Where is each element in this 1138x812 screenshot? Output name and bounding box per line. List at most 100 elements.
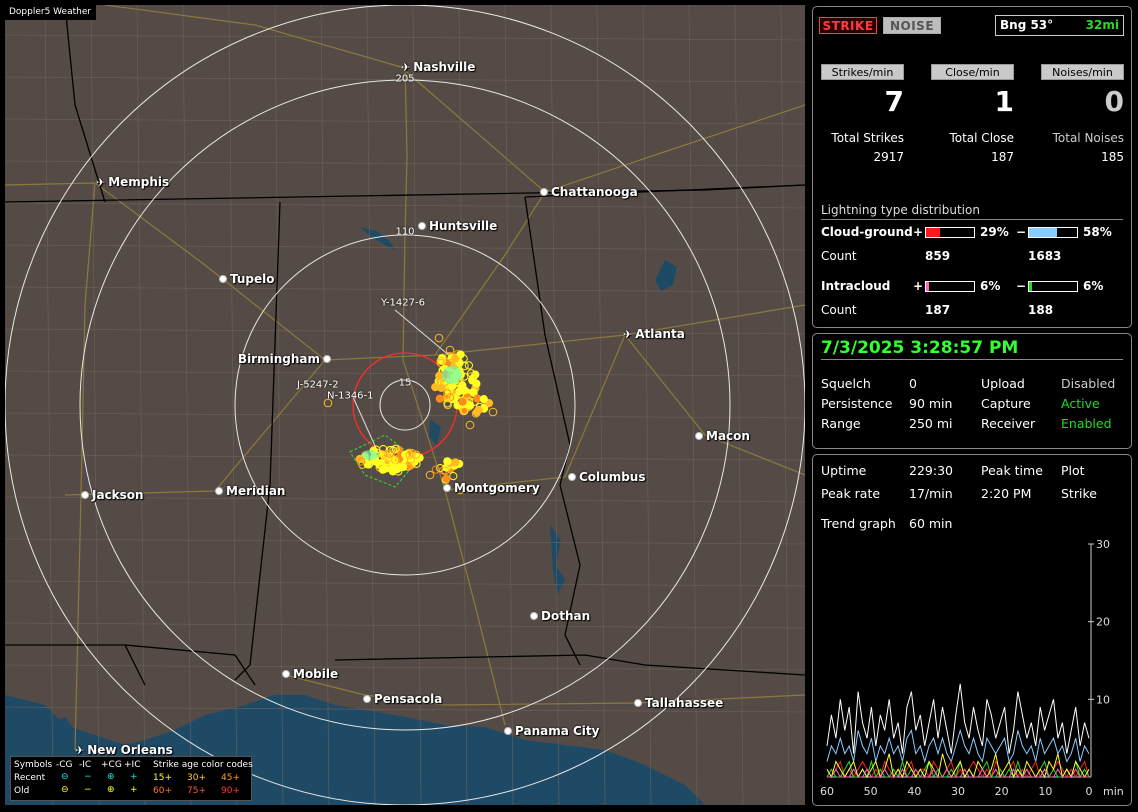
county-line bbox=[734, 5, 744, 805]
county-line bbox=[5, 412, 805, 419]
city-label: Memphis bbox=[108, 175, 170, 189]
city-dot-icon bbox=[418, 222, 426, 230]
peak-rate-label: Peak rate bbox=[821, 486, 881, 501]
airport-icon: ✈ bbox=[623, 327, 633, 341]
map-canvas bbox=[5, 5, 805, 805]
city-montgomery: Montgomery bbox=[443, 481, 540, 495]
peak-rate-value: 17/min bbox=[909, 486, 953, 501]
legend-col-pic: +IC bbox=[124, 760, 141, 770]
lake-lanier bbox=[655, 260, 677, 291]
noises-per-min-value: 0 bbox=[1104, 85, 1124, 118]
x-tick-label: 10 bbox=[1038, 785, 1052, 798]
trend-series-line bbox=[826, 683, 1090, 754]
trend-graph-label: Trend graph bbox=[821, 516, 896, 531]
city-label: Tupelo bbox=[230, 272, 275, 286]
range-ring bbox=[79, 79, 731, 731]
peak-time-label: Peak time bbox=[981, 463, 1043, 478]
legend: Symbols -CG -IC +CG +IC Strike age color… bbox=[10, 756, 253, 801]
recent-pcg-icon: ⊕ bbox=[107, 772, 115, 782]
ic-positive-bar bbox=[925, 281, 975, 292]
datetime-clock: 7/3/2025 3:28:57 PM bbox=[821, 338, 1019, 358]
legend-age-75: 75+ bbox=[187, 786, 206, 796]
range-ring-label: 110 bbox=[395, 226, 415, 238]
cg-minus-sign: − bbox=[1016, 225, 1027, 239]
legend-col-pcg: +CG bbox=[101, 760, 122, 770]
ic-positive-pct: 6% bbox=[980, 279, 1001, 293]
old-pic-icon: + bbox=[130, 785, 138, 795]
city-dot-icon bbox=[568, 473, 576, 481]
range-ring-label: 205 bbox=[395, 73, 415, 85]
city-label: Nashville bbox=[413, 60, 476, 74]
strike-mark bbox=[434, 333, 444, 343]
peak-time-value: 2:20 PM bbox=[981, 486, 1032, 501]
strike-mark bbox=[379, 465, 388, 474]
strike-mark bbox=[464, 361, 473, 370]
city-label: Meridian bbox=[226, 484, 286, 498]
city-label: Columbus bbox=[579, 470, 646, 484]
noise-mode-button[interactable]: NOISE bbox=[883, 17, 941, 34]
upload-label: Upload bbox=[981, 376, 1025, 391]
status-panel: 7/3/2025 3:28:57 PM Squelch 0 Upload Dis… bbox=[812, 333, 1132, 449]
strike-mark bbox=[479, 395, 488, 404]
county-line bbox=[504, 5, 514, 805]
city-huntsville: Huntsville bbox=[418, 219, 497, 233]
county-line bbox=[44, 5, 54, 805]
city-dot-icon bbox=[540, 188, 548, 196]
ic-positive-fill bbox=[926, 282, 929, 291]
noises-per-min-button[interactable]: Noises/min bbox=[1041, 64, 1124, 80]
strike-mark bbox=[469, 388, 478, 397]
city-label: Huntsville bbox=[429, 219, 498, 233]
city-dot-icon bbox=[634, 699, 642, 707]
city-dot-icon bbox=[219, 275, 227, 283]
city-label: Chattanooga bbox=[551, 185, 638, 199]
city-label: Mobile bbox=[293, 667, 339, 681]
recent-nic-icon: − bbox=[84, 772, 92, 782]
city-mobile: Mobile bbox=[282, 667, 338, 681]
ic-negative-bar bbox=[1028, 281, 1078, 292]
old-pcg-icon: ⊕ bbox=[107, 785, 115, 795]
strikes-per-min-value: 7 bbox=[884, 85, 904, 118]
city-label: Jackson bbox=[92, 488, 144, 502]
recent-pic-icon: + bbox=[130, 772, 138, 782]
close-per-min-button[interactable]: Close/min bbox=[931, 64, 1014, 80]
total-noises-value: 185 bbox=[1101, 150, 1124, 164]
strike-mark bbox=[355, 454, 364, 464]
uptime-label: Uptime bbox=[821, 463, 867, 478]
trend-panel: Uptime 229:30 Peak time Plot Peak rate 1… bbox=[812, 454, 1132, 806]
close-per-min-value: 1 bbox=[994, 85, 1014, 118]
city-dot-icon bbox=[215, 487, 223, 495]
old-nic-icon: − bbox=[84, 785, 92, 795]
city-atlanta: ✈ Atlanta bbox=[623, 327, 685, 341]
strike-mark bbox=[472, 408, 481, 417]
cg-positive-fill bbox=[926, 228, 940, 237]
radar-map[interactable]: Doppler5 Weather ✈ Nashville ✈ Memphis Chatt… bbox=[5, 5, 805, 805]
strike-mark bbox=[488, 407, 498, 417]
strike-mark bbox=[435, 371, 444, 380]
upload-value: Disabled bbox=[1061, 376, 1116, 391]
city-label: New Orleans bbox=[87, 743, 173, 757]
legend-age-title: Strike age color codes bbox=[153, 760, 253, 770]
city-panama-city: Panama City bbox=[504, 724, 599, 738]
old-ncg-icon: ⊖ bbox=[61, 785, 69, 795]
strike-mode-button[interactable]: STRIKE bbox=[819, 17, 877, 34]
strike-mark bbox=[468, 376, 477, 385]
capture-value: Active bbox=[1061, 396, 1100, 411]
storm-track-label: J-5247-2 bbox=[297, 379, 339, 391]
city-label: Panama City bbox=[515, 724, 600, 738]
city-dot-icon bbox=[81, 491, 89, 499]
plot-value[interactable]: Strike bbox=[1061, 486, 1097, 501]
strike-mark bbox=[443, 457, 452, 466]
county-line bbox=[5, 538, 805, 545]
strikes-per-min-button[interactable]: Strikes/min bbox=[821, 64, 904, 80]
strike-mark bbox=[458, 397, 467, 406]
city-dot-icon bbox=[695, 432, 703, 440]
x-tick-label: 40 bbox=[907, 785, 921, 798]
strike-core bbox=[442, 366, 462, 384]
county-line bbox=[228, 5, 238, 805]
receiver-value: Enabled bbox=[1061, 416, 1112, 431]
strike-mark bbox=[466, 401, 475, 410]
cg-negative-fill bbox=[1029, 228, 1057, 237]
y-tick-label: 20 bbox=[1096, 616, 1110, 629]
persistence-value: 90 min bbox=[909, 396, 953, 411]
legend-recent-label: Recent bbox=[14, 773, 46, 783]
